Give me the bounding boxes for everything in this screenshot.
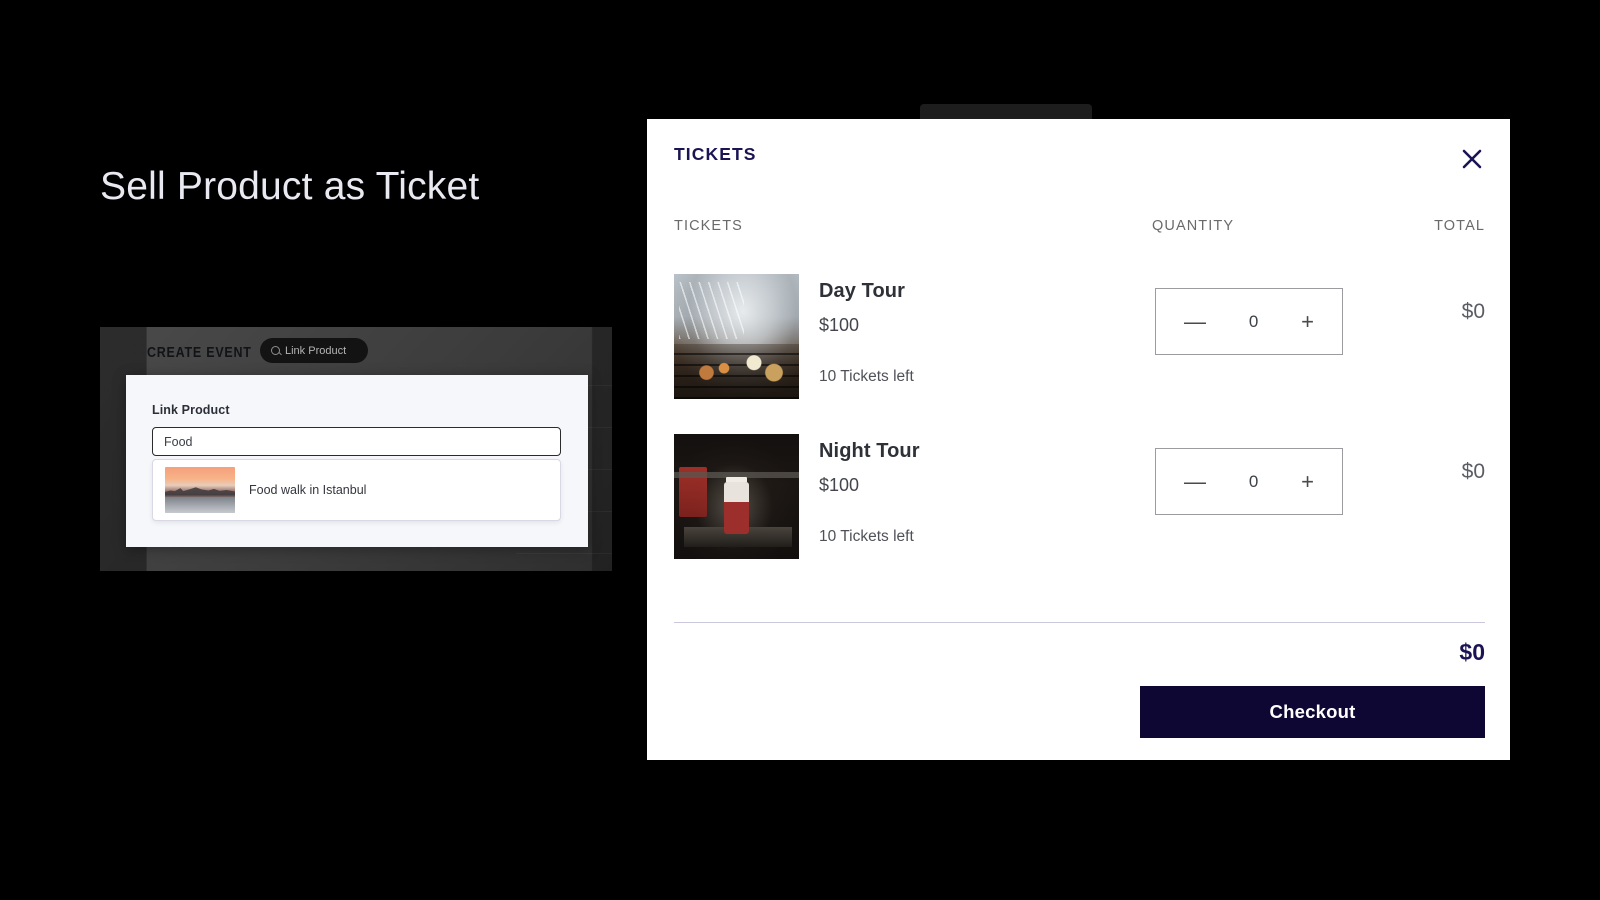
column-headers: TICKETS QUANTITY TOTAL <box>647 218 1510 242</box>
ticket-price: $100 <box>819 315 860 335</box>
quantity-stepper: — 0 + <box>1155 288 1343 355</box>
link-product-pill-label: Link Product <box>285 344 347 357</box>
table-row: Day Tour $100 10 Tickets left — 0 + $0 <box>647 268 1510 428</box>
table-row: Night Tour $100 10 Tickets left — 0 + $0 <box>647 428 1510 588</box>
ticket-name: Night Tour <box>819 440 920 462</box>
column-header-tickets: TICKETS <box>674 218 743 234</box>
link-product-result-item[interactable]: Food walk in Istanbul <box>152 459 561 521</box>
quantity-value[interactable]: 0 <box>1249 472 1258 492</box>
checkout-button[interactable]: Checkout <box>1140 686 1485 738</box>
screen-root: Sell Product as Ticket CREATE EVENT Link… <box>0 0 1600 900</box>
night-food-stall-thumbnail <box>674 434 799 559</box>
stall-counter <box>684 526 792 547</box>
link-product-pill[interactable]: Link Product <box>260 338 368 363</box>
create-event-title: CREATE EVENT <box>147 345 252 361</box>
stall-beam <box>674 471 799 478</box>
promo-headline: Sell Product as Ticket <box>100 165 480 208</box>
ticket-availability: 10 Tickets left <box>819 368 914 385</box>
quantity-value[interactable]: 0 <box>1249 312 1258 332</box>
link-product-field-label: Link Product <box>152 403 230 417</box>
totals-divider <box>674 622 1485 623</box>
link-product-result-title: Food walk in Istanbul <box>249 483 367 497</box>
ticket-name: Day Tour <box>819 280 905 302</box>
bbq-grill-thumbnail <box>674 274 799 399</box>
istanbul-skyline-thumbnail <box>165 467 235 513</box>
ticket-availability: 10 Tickets left <box>819 528 914 545</box>
decrement-button[interactable]: — <box>1178 309 1212 335</box>
tickets-modal: TICKETS TICKETS QUANTITY TOTAL Day Tour … <box>647 119 1510 760</box>
link-product-search-input[interactable]: Food <box>152 427 561 456</box>
column-header-quantity: QUANTITY <box>1152 218 1235 234</box>
grand-total: $0 <box>1459 639 1485 665</box>
ticket-line-total: $0 <box>1461 460 1485 483</box>
quantity-stepper: — 0 + <box>1155 448 1343 515</box>
column-header-total: TOTAL <box>1434 218 1485 234</box>
decrement-button[interactable]: — <box>1178 469 1212 495</box>
increment-button[interactable]: + <box>1295 469 1320 495</box>
search-icon <box>271 346 280 355</box>
link-product-panel: Link Product Food Food walk in Istanbul <box>126 375 588 547</box>
increment-button[interactable]: + <box>1295 309 1320 335</box>
ticket-rows: Day Tour $100 10 Tickets left — 0 + $0 N… <box>647 268 1510 588</box>
close-button[interactable] <box>1456 143 1488 175</box>
ticket-line-total: $0 <box>1461 300 1485 323</box>
modal-title: TICKETS <box>674 144 757 164</box>
ticket-price: $100 <box>819 475 860 495</box>
close-icon <box>1462 149 1482 169</box>
